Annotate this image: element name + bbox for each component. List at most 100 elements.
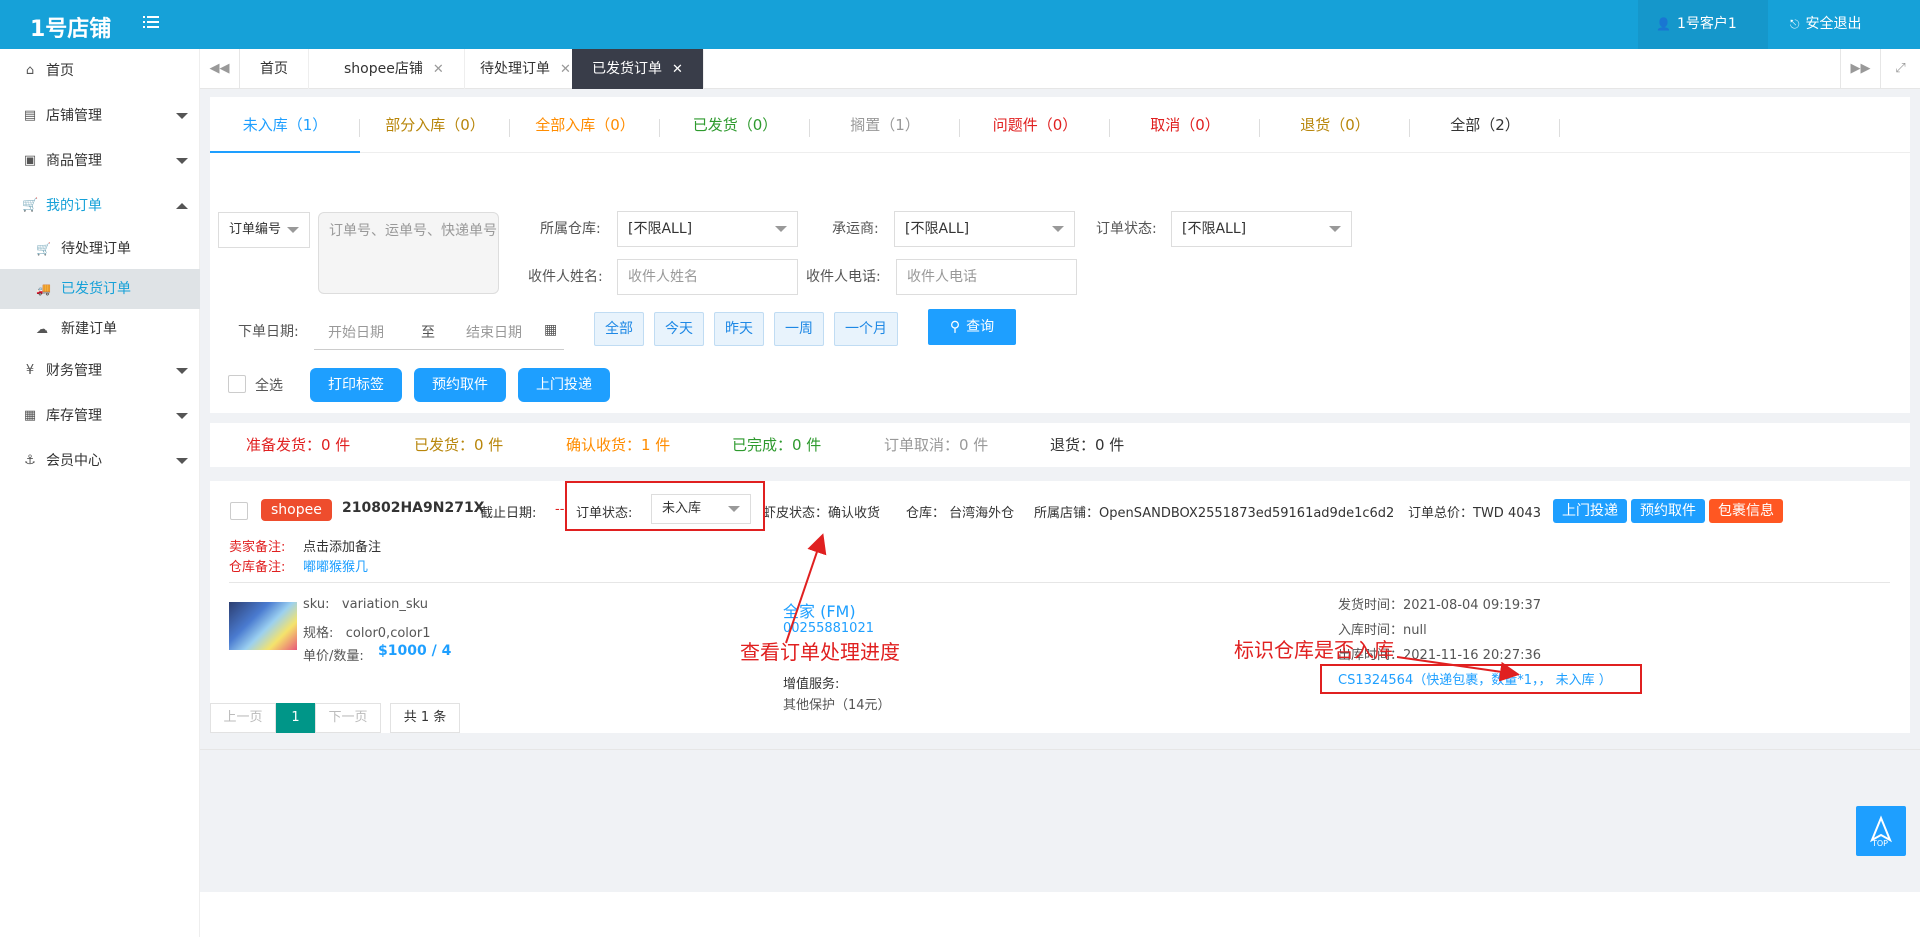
order-status-select[interactable]: [不限ALL] (1171, 211, 1352, 247)
prev-page-button[interactable]: 上一页 (210, 703, 276, 733)
receiver-name-label: 收件人姓名: (528, 269, 603, 285)
chevron-down-icon (287, 227, 299, 233)
home-icon: ⌂ (25, 63, 35, 78)
input-placeholder: 收件人电话 (907, 269, 977, 285)
tab-shopee-store[interactable]: shopee店铺 ✕ (324, 49, 465, 89)
order-no-type-select[interactable]: 订单编号 (218, 212, 310, 248)
select-all-checkbox[interactable] (228, 375, 246, 393)
menu-toggle-icon[interactable] (143, 15, 161, 33)
sidebar-item-label: 已发货订单 (61, 281, 131, 297)
status-tab-not-stored[interactable]: 未入库（1） (210, 97, 360, 153)
sidebar-item-members[interactable]: ⚓ 会员中心 (0, 441, 200, 481)
user-menu-button[interactable]: 👤 1号客户1 (1638, 0, 1768, 49)
tab-scroll-left-icon[interactable]: ◀◀ (200, 49, 240, 89)
warehouse-select[interactable]: [不限ALL] (617, 211, 798, 247)
end-date-input[interactable]: 结束日期 (466, 322, 522, 342)
search-icon: ⚲ (949, 319, 961, 335)
close-icon[interactable]: ✕ (433, 62, 444, 77)
cart-icon: 🛒 (22, 198, 39, 213)
date-range-picker[interactable]: 开始日期 至 结束日期 ▦ (314, 314, 564, 350)
status-tab-on-hold[interactable]: 搁置（1） (810, 97, 960, 153)
brand-logo[interactable]: 1号店铺 (30, 11, 111, 43)
close-icon[interactable]: ✕ (560, 62, 571, 77)
schedule-pickup-button[interactable]: 预约取件 (414, 368, 506, 402)
tab-label: 首页 (260, 61, 288, 77)
sidebar-item-shipped-orders[interactable]: 🚚 已发货订单 (0, 269, 200, 309)
order-counters: 准备发货：0 件 已发货：0 件 确认收货：1 件 已完成：0 件 订单取消：0… (210, 423, 1910, 467)
status-tab-problem[interactable]: 问题件（0） (960, 97, 1110, 153)
status-tab-label: 已发货（0） (692, 116, 778, 134)
counter-shipped: 已发货：0 件 (414, 436, 504, 454)
sidebar-item-pending-orders[interactable]: 🛒 待处理订单 (0, 229, 200, 269)
chevron-down-icon (1329, 226, 1341, 232)
chevron-down-icon (176, 158, 188, 164)
sidebar-item-label: 商品管理 (46, 153, 102, 169)
top-header: 1号店铺 👤 1号客户1 ⎋ 安全退出 (0, 0, 1920, 49)
date-range-separator: 至 (421, 325, 435, 341)
tab-home[interactable]: 首页 (240, 49, 309, 89)
sidebar-item-orders[interactable]: 🛒 我的订单 (0, 186, 200, 226)
page-1-button[interactable]: 1 (276, 703, 315, 733)
select-value: 订单编号 (229, 222, 282, 237)
quick-date-month-button[interactable]: 一个月 (834, 312, 898, 346)
sidebar: ⌂ 首页 ▤ 店铺管理 ▣ 商品管理 🛒 我的订单 🛒 待处理订单 🚚 已发货订… (0, 49, 200, 937)
next-page-button[interactable]: 下一页 (315, 703, 381, 733)
select-value: [不限ALL] (1182, 221, 1247, 237)
truck-icon: 🚚 (36, 282, 51, 296)
input-placeholder: 收件人姓名 (628, 269, 698, 285)
door-delivery-button[interactable]: 上门投递 (518, 368, 610, 402)
search-button[interactable]: ⚲ 查询 (928, 309, 1016, 345)
status-tab-all[interactable]: 全部（2） (1410, 97, 1560, 153)
quick-date-week-button[interactable]: 一周 (774, 312, 824, 346)
sidebar-item-home[interactable]: ⌂ 首页 (0, 51, 200, 91)
status-tab-cancelled[interactable]: 取消（0） (1110, 97, 1260, 153)
sidebar-item-label: 我的订单 (46, 198, 102, 214)
calendar-icon[interactable]: ▦ (544, 322, 557, 338)
input-placeholder: 订单号、运单号、快递单号 (329, 223, 497, 239)
receiver-name-input[interactable]: 收件人姓名 (617, 259, 798, 295)
sidebar-item-inventory[interactable]: ▦ 库存管理 (0, 396, 200, 436)
carrier-select[interactable]: [不限ALL] (894, 211, 1075, 247)
status-tab-shipped[interactable]: 已发货（0） (660, 97, 810, 153)
start-date-input[interactable]: 开始日期 (328, 322, 384, 342)
tab-label: shopee店铺 (344, 61, 423, 77)
counter-ready: 准备发货：0 件 (246, 436, 351, 454)
status-tab-label: 未入库（1） (242, 116, 328, 134)
select-all-label: 全选 (255, 378, 283, 394)
status-tab-bar: 未入库（1） 部分入库（0） 全部入库（0） 已发货（0） 搁置（1） 问题件（… (210, 97, 1910, 153)
status-tab-label: 搁置（1） (850, 116, 920, 134)
quick-date-yesterday-button[interactable]: 昨天 (714, 312, 764, 346)
logout-button[interactable]: ⎋ 安全退出 (1772, 0, 1920, 49)
divider (1559, 119, 1560, 137)
quick-date-all-button[interactable]: 全部 (594, 312, 644, 346)
status-tab-partial-stored[interactable]: 部分入库（0） (360, 97, 510, 153)
sidebar-item-new-order[interactable]: ☁ 新建订单 (0, 309, 200, 349)
sidebar-item-products[interactable]: ▣ 商品管理 (0, 141, 200, 181)
order-status-label: 订单状态: (1096, 221, 1157, 237)
cart-icon: 🛒 (36, 242, 51, 256)
chevron-down-icon (176, 413, 188, 419)
sidebar-item-finance[interactable]: ¥ 财务管理 (0, 351, 200, 391)
page-tab-bar: ◀◀ 首页 shopee店铺 ✕ 待处理订单 ✕ 已发货订单 ✕ ▶▶ ⤢ (200, 49, 1920, 89)
fullscreen-icon[interactable]: ⤢ (1880, 49, 1920, 89)
close-icon[interactable]: ✕ (672, 62, 683, 77)
status-tab-label: 部分入库（0） (385, 116, 485, 134)
receiver-phone-input[interactable]: 收件人电话 (896, 259, 1077, 295)
select-value: [不限ALL] (905, 221, 970, 237)
arrow-to-storage (1396, 656, 1520, 682)
main-content: ◀◀ 首页 shopee店铺 ✕ 待处理订单 ✕ 已发货订单 ✕ ▶▶ ⤢ 未入库（1… (200, 49, 1920, 892)
sidebar-item-label: 库存管理 (46, 408, 102, 424)
tab-shipped-orders[interactable]: 已发货订单 ✕ (572, 49, 704, 89)
back-to-top-button[interactable]: TOP (1856, 806, 1906, 856)
print-label-button[interactable]: 打印标签 (310, 368, 402, 402)
status-tab-all-stored[interactable]: 全部入库（0） (510, 97, 660, 153)
sidebar-item-store[interactable]: ▤ 店铺管理 (0, 96, 200, 136)
order-no-input[interactable]: 订单号、运单号、快递单号 (318, 212, 499, 294)
carrier-label: 承运商: (832, 221, 879, 237)
quick-date-today-button[interactable]: 今天 (654, 312, 704, 346)
chevron-down-icon (176, 458, 188, 464)
status-tab-label: 问题件（0） (992, 116, 1078, 134)
status-tab-label: 全部入库（0） (535, 116, 635, 134)
status-tab-returned[interactable]: 退货（0） (1260, 97, 1410, 153)
tab-scroll-right-icon[interactable]: ▶▶ (1840, 49, 1880, 89)
